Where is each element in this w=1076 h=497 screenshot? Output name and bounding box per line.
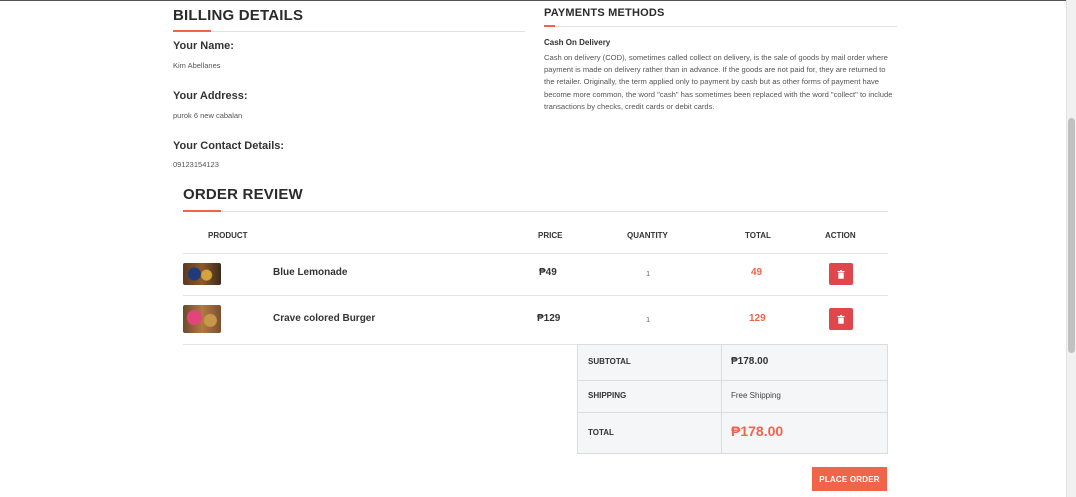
cod-description: Cash on delivery (COD), sometimes called… xyxy=(544,53,893,111)
row-divider xyxy=(183,295,888,296)
shipping-label: SHIPPING xyxy=(588,391,627,400)
product-total: 49 xyxy=(751,267,763,278)
product-price: ₱49 xyxy=(539,267,557,278)
order-review-title: ORDER REVIEW xyxy=(183,186,303,203)
scrollbar-thumb[interactable] xyxy=(1068,118,1075,353)
product-name: Blue Lemonade xyxy=(273,267,348,278)
header-price: PRICE xyxy=(538,231,563,240)
order-accent xyxy=(183,210,221,212)
row-divider xyxy=(183,253,888,254)
billing-accent xyxy=(173,30,211,32)
contact-value: 09123154123 xyxy=(173,160,219,169)
address-label: Your Address: xyxy=(173,90,248,102)
contact-label: Your Contact Details: xyxy=(173,140,285,152)
place-order-button[interactable]: PLACE ORDER xyxy=(812,467,887,491)
product-quantity: 1 xyxy=(646,269,651,278)
summary-row-divider xyxy=(578,412,887,413)
address-value: purok 6 new cabalan xyxy=(173,111,243,120)
header-action: ACTION xyxy=(825,231,856,240)
payment-accent xyxy=(544,25,555,27)
subtotal-value: ₱178.00 xyxy=(731,356,769,367)
product-image xyxy=(183,263,221,285)
payment-divider xyxy=(544,26,897,27)
delete-item-button[interactable] xyxy=(829,263,853,285)
product-name: Crave colored Burger xyxy=(273,313,376,324)
product-image xyxy=(183,305,221,333)
product-total: 129 xyxy=(749,313,766,324)
delete-item-button[interactable] xyxy=(829,308,853,330)
header-product: PRODUCT xyxy=(208,231,248,240)
name-label: Your Name: xyxy=(173,40,234,52)
billing-divider xyxy=(173,31,525,32)
summary-row-divider xyxy=(578,380,887,381)
payment-title: PAYMENTS METHODS xyxy=(544,7,665,19)
header-total: TOTAL xyxy=(745,231,771,240)
billing-title: BILLING DETAILS xyxy=(173,7,304,24)
order-divider xyxy=(183,211,888,212)
summary-column-divider xyxy=(721,345,722,453)
total-label: TOTAL xyxy=(588,428,614,437)
order-summary: SUBTOTAL ₱178.00 SHIPPING Free Shipping … xyxy=(577,344,888,454)
subtotal-label: SUBTOTAL xyxy=(588,357,631,366)
product-price: ₱129 xyxy=(537,313,561,324)
trash-icon xyxy=(837,269,845,279)
header-quantity: QUANTITY xyxy=(627,231,668,240)
page-frame xyxy=(0,0,1076,497)
shipping-value: Free Shipping xyxy=(731,391,781,400)
product-quantity: 1 xyxy=(646,315,651,324)
name-value: Kim Abellanes xyxy=(173,61,221,70)
cod-title: Cash On Delivery xyxy=(544,38,611,47)
trash-icon xyxy=(837,314,845,324)
total-value: ₱178.00 xyxy=(731,423,784,439)
